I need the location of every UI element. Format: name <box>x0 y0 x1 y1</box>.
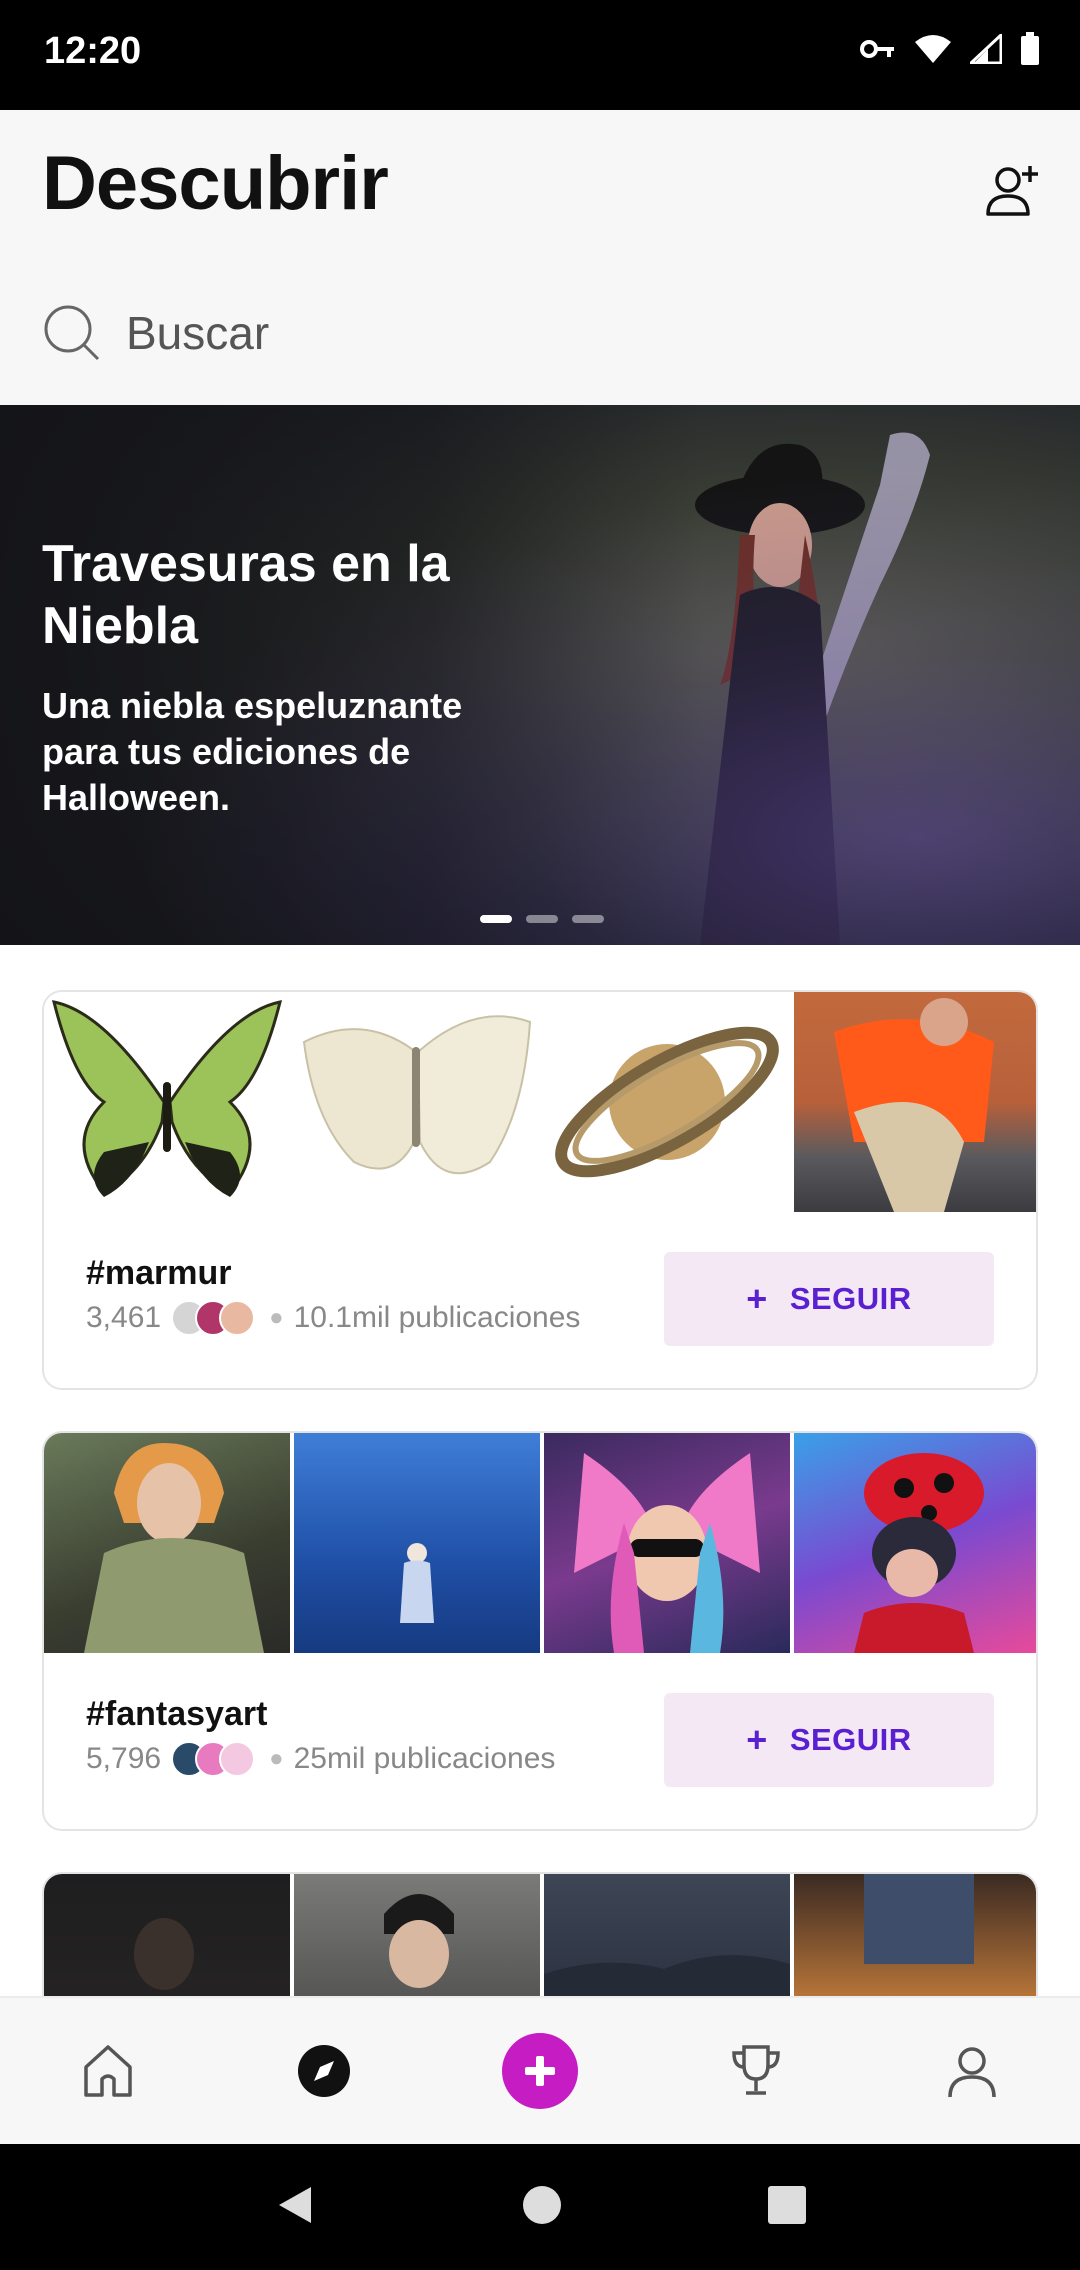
wifi-icon <box>914 34 952 64</box>
hashtag-card-marmur[interactable]: #marmur 3,461 ● 10.1mil publicaciones + … <box>42 990 1038 1390</box>
profile-icon <box>948 2047 996 2098</box>
bottom-navigation <box>0 1996 1080 2144</box>
nav-home[interactable] <box>0 1998 216 2144</box>
follow-button[interactable]: + SEGUIR <box>664 1693 994 1787</box>
search-input[interactable] <box>126 306 926 360</box>
page-title: Descubrir <box>42 141 389 226</box>
avatar <box>219 1300 256 1336</box>
nav-challenges[interactable] <box>648 1998 864 2144</box>
signal-icon <box>970 34 1002 64</box>
back-icon[interactable] <box>273 2183 317 2232</box>
plus-icon: + <box>746 1278 768 1319</box>
hashtag-meta: 5,796 ● 25mil publicaciones <box>86 1741 555 1777</box>
meta-separator-dot: ● <box>269 1745 284 1772</box>
status-bar: 12:20 <box>0 0 1080 110</box>
hashtag-thumbnails <box>44 992 1036 1212</box>
follow-label: SEGUIR <box>789 1722 912 1757</box>
post-count: 25mil publicaciones <box>293 1742 556 1775</box>
home-icon <box>84 2045 132 2097</box>
create-button[interactable] <box>502 2033 578 2109</box>
search-bar[interactable] <box>42 288 1038 378</box>
search-icon <box>44 305 100 361</box>
vpn-key-icon <box>860 37 896 61</box>
discover-screen: Descubrir Tra <box>0 110 1080 2144</box>
thumbnail-white-butterfly[interactable] <box>294 992 540 1212</box>
status-time: 12:20 <box>44 30 142 72</box>
system-navigation-bar <box>0 2144 1080 2270</box>
hashtag-card-fantasyart[interactable]: #fantasyart 5,796 ● 25mil publicaciones … <box>42 1431 1038 1831</box>
nav-create[interactable] <box>432 1998 648 2144</box>
follow-label: SEGUIR <box>789 1281 912 1316</box>
hashtag-thumbnails <box>44 1433 1036 1653</box>
add-user-button[interactable] <box>972 150 1052 230</box>
recents-icon[interactable] <box>767 2185 807 2230</box>
hashtag-title[interactable]: #marmur <box>86 1254 232 1293</box>
follower-avatars <box>171 1300 256 1336</box>
follower-count: 5,796 <box>86 1742 162 1775</box>
status-icons <box>860 32 1040 66</box>
follower-avatars <box>171 1741 256 1777</box>
nav-discover[interactable] <box>216 1998 432 2144</box>
thumbnail-person-desert[interactable] <box>794 992 1036 1212</box>
nav-profile[interactable] <box>864 1998 1080 2144</box>
battery-icon <box>1020 32 1040 66</box>
banner-dot-1[interactable] <box>480 915 512 923</box>
thumbnail-blue-forest[interactable] <box>294 1433 540 1653</box>
thumbnail-ladybug-girl[interactable] <box>794 1433 1036 1653</box>
thumbnail-butterfly-girl[interactable] <box>544 1433 790 1653</box>
header: Descubrir <box>0 110 1080 405</box>
trophy-icon <box>732 2045 780 2095</box>
home-circle-icon[interactable] <box>522 2185 562 2230</box>
discover-compass-icon <box>298 2045 350 2097</box>
banner-dot-3[interactable] <box>572 915 604 923</box>
banner-subtitle: Una niebla espeluznante para tus edicion… <box>42 685 463 818</box>
add-user-icon <box>986 166 1038 216</box>
thumbnail-armored-woman[interactable] <box>44 1433 290 1653</box>
hashtag-title[interactable]: #fantasyart <box>86 1695 267 1734</box>
post-count: 10.1mil publicaciones <box>293 1301 581 1334</box>
create-plus-icon <box>525 2056 555 2086</box>
featured-banner[interactable]: Travesuras en la Niebla Una niebla espel… <box>0 405 1080 945</box>
thumbnail-saturn[interactable] <box>544 992 790 1212</box>
follow-button[interactable]: + SEGUIR <box>664 1252 994 1346</box>
follower-count: 3,461 <box>86 1301 162 1334</box>
thumbnail-green-butterfly[interactable] <box>44 992 290 1212</box>
plus-icon: + <box>746 1719 768 1760</box>
banner-title: Travesuras en la Niebla <box>42 535 450 655</box>
banner-dot-2[interactable] <box>526 915 558 923</box>
banner-pagination <box>480 915 604 923</box>
meta-separator-dot: ● <box>269 1304 284 1331</box>
avatar <box>219 1741 256 1777</box>
banner-fog-overlay <box>0 405 1080 945</box>
hashtag-meta: 3,461 ● 10.1mil publicaciones <box>86 1300 580 1336</box>
